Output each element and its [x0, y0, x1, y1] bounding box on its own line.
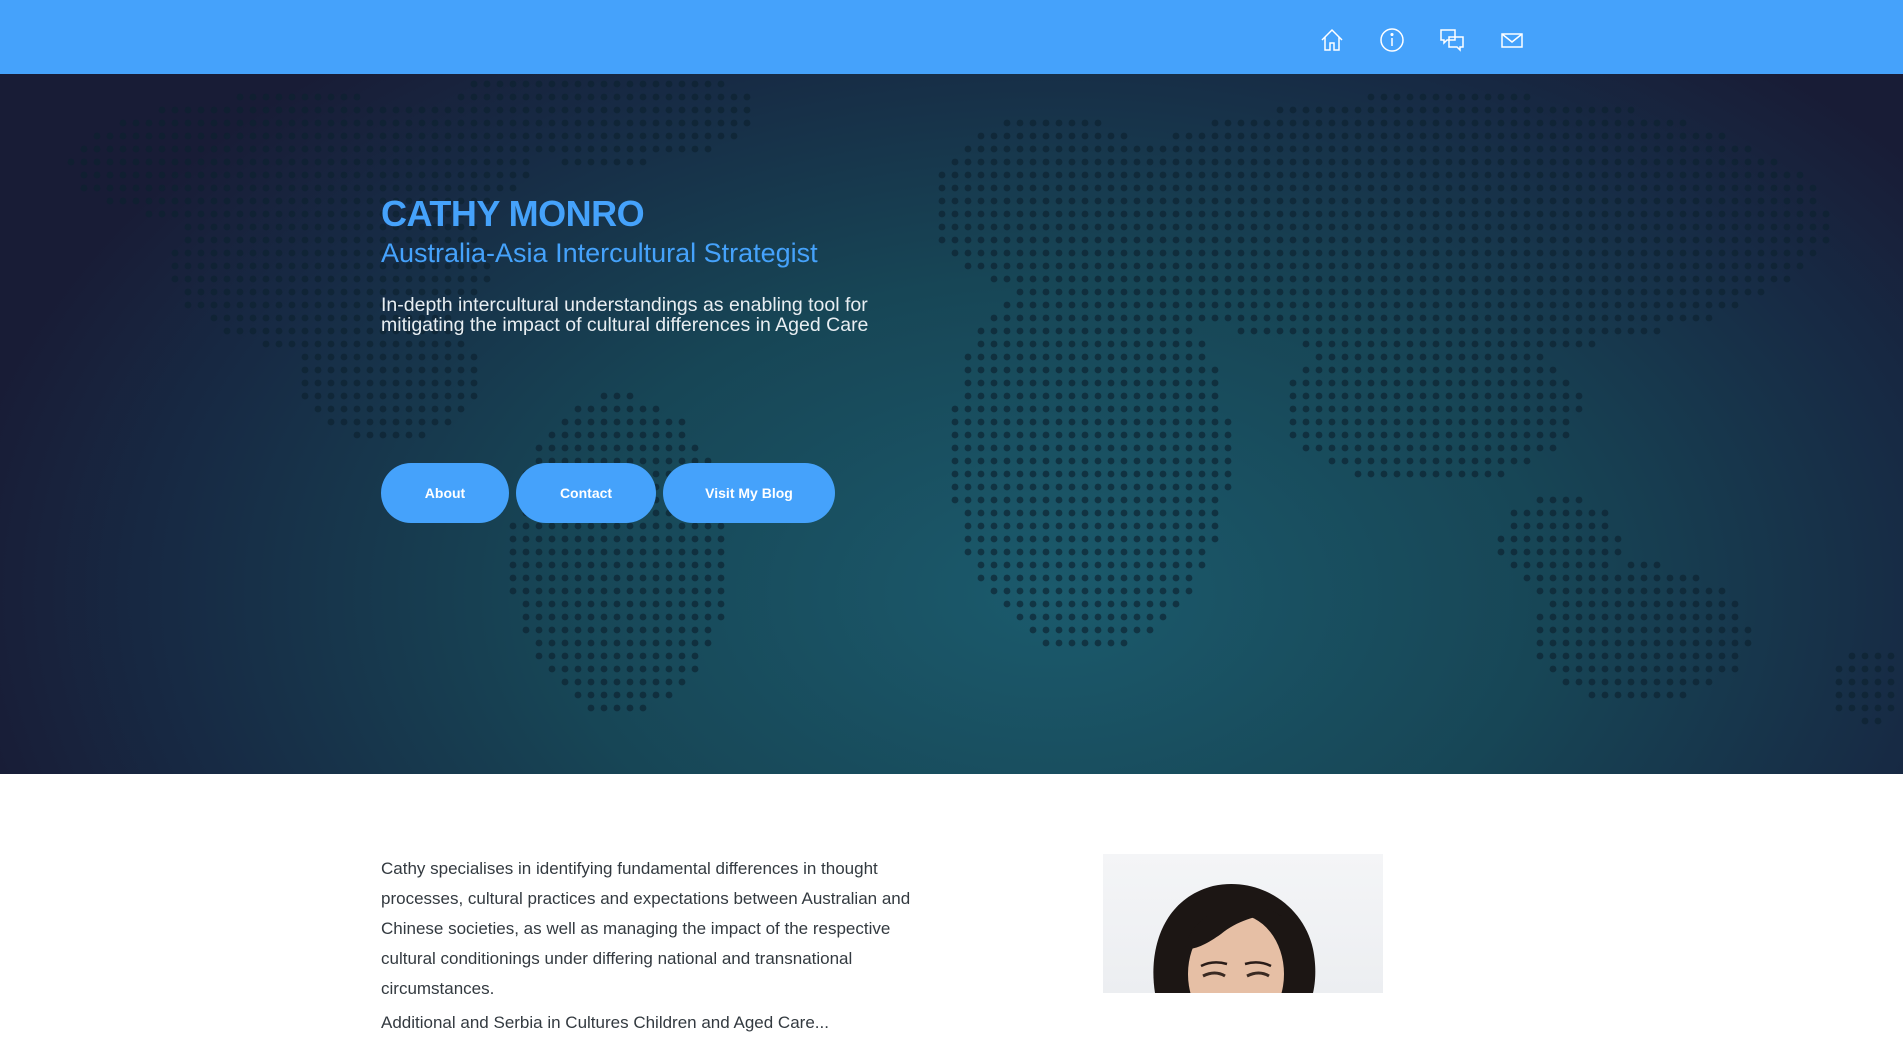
intro-second-paragraph: Additional and Serbia in Cultures Childr…	[381, 1013, 829, 1032]
portrait-image	[1153, 883, 1316, 993]
intro-section: Cathy specialises in identifying fundame…	[381, 854, 941, 1038]
info-icon	[1380, 28, 1404, 52]
nav-home-link[interactable]	[1302, 24, 1362, 56]
hero-text-block: CATHY MONRO Australia-Asia Intercultural…	[381, 192, 1081, 335]
nav-icon-group	[1302, 24, 1542, 56]
intro-paragraph: Cathy specialises in identifying fundame…	[381, 859, 911, 998]
visit-blog-button[interactable]: Visit My Blog	[663, 463, 835, 523]
hero-button-group: About Contact Visit My Blog	[381, 463, 835, 523]
mail-icon	[1501, 33, 1523, 48]
about-button[interactable]: About	[381, 463, 509, 523]
nav-chat-link[interactable]	[1422, 24, 1482, 56]
hero-title: Australia-Asia Intercultural Strategist	[381, 238, 818, 268]
hero-section: CATHY MONRO Australia-Asia Intercultural…	[0, 74, 1903, 774]
world-dot-map	[67, 80, 1895, 725]
home-icon	[1321, 28, 1343, 51]
hero-name: CATHY MONRO	[381, 193, 645, 234]
portrait-photo	[1103, 854, 1383, 993]
top-nav-bar	[0, 0, 1903, 74]
hero-tagline: In-depth intercultural understandings as…	[381, 294, 869, 336]
chat-icon	[1440, 29, 1464, 52]
contact-button[interactable]: Contact	[516, 463, 656, 523]
nav-mail-link[interactable]	[1482, 24, 1542, 56]
nav-about-link[interactable]	[1362, 24, 1422, 56]
